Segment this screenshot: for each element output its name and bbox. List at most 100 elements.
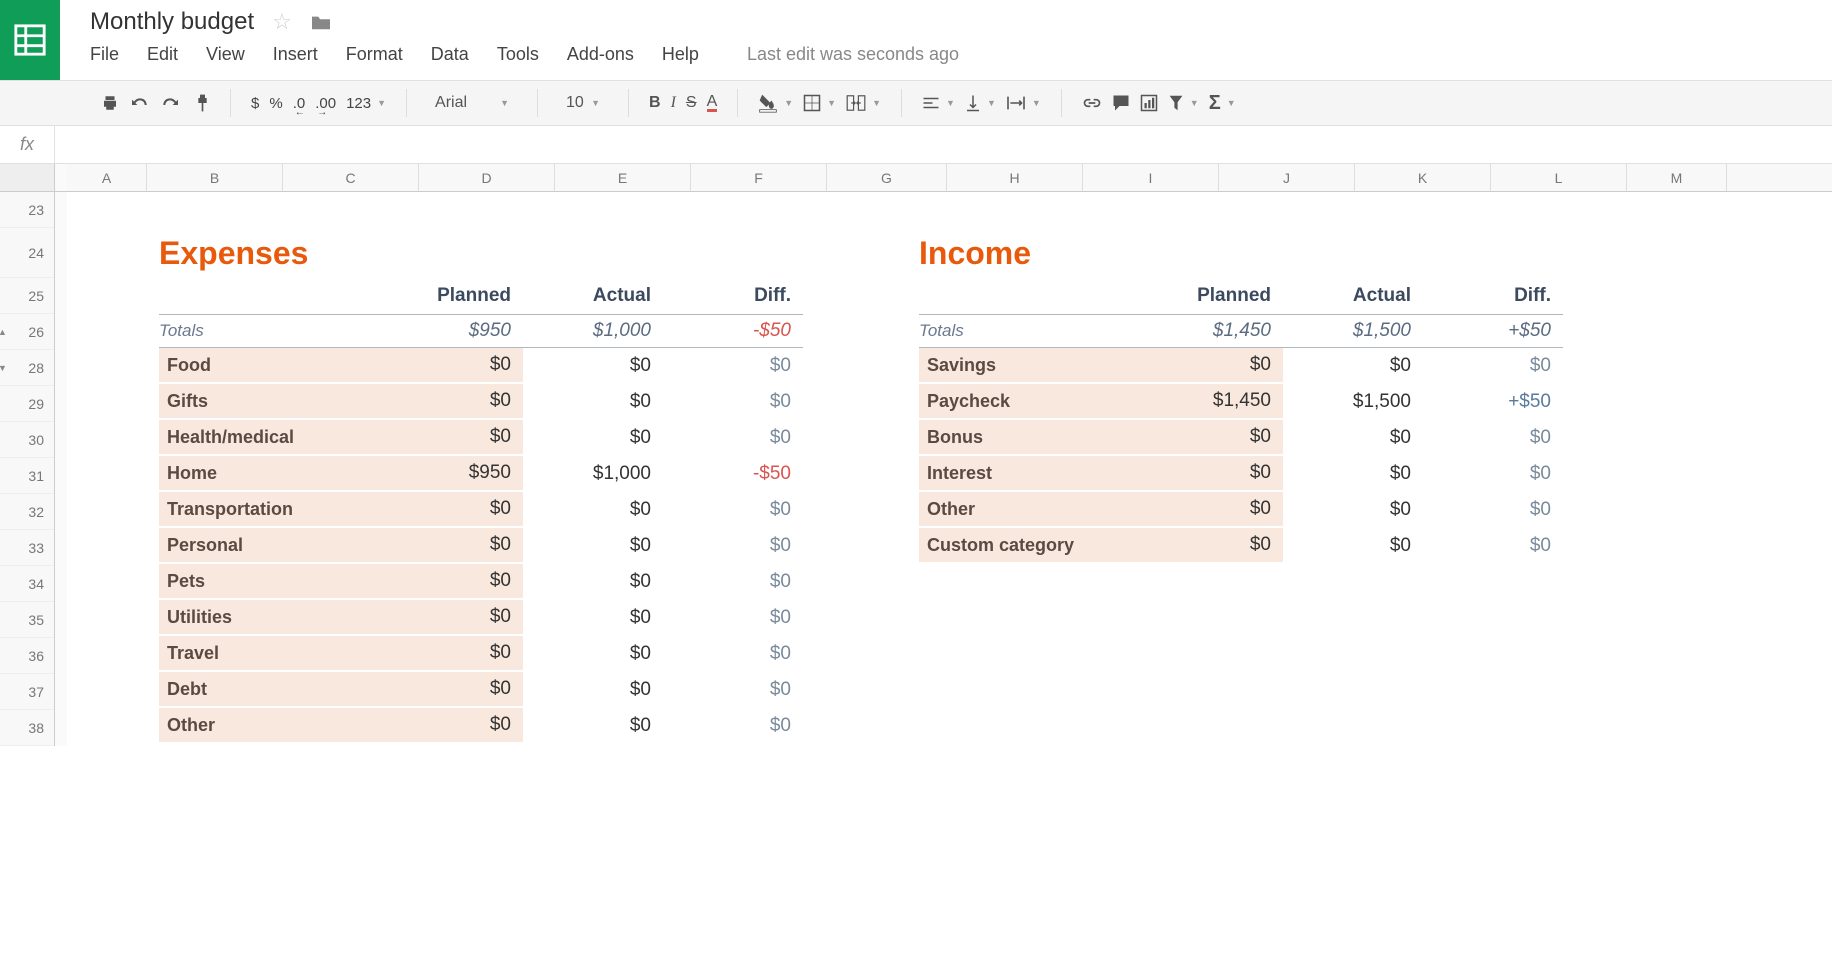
income-total-planned[interactable]: $1,450	[1143, 320, 1283, 342]
row-header[interactable]: ▼28	[0, 350, 54, 386]
row-header[interactable]: 38	[0, 710, 54, 746]
planned-cell[interactable]: $0	[1143, 492, 1283, 528]
row-header[interactable]: 34	[0, 566, 54, 602]
functions-button[interactable]: Σ▼	[1209, 92, 1236, 115]
diff-cell[interactable]: $0	[1423, 348, 1563, 384]
filter-button[interactable]: ▼	[1168, 94, 1199, 112]
font-size-select[interactable]: 10▼	[558, 94, 608, 112]
print-icon[interactable]	[100, 94, 120, 112]
actual-cell[interactable]: $0	[1283, 528, 1423, 564]
category-cell[interactable]: Debt	[159, 672, 383, 708]
text-color-button[interactable]: A	[707, 95, 718, 112]
col-header-H[interactable]: H	[947, 164, 1083, 191]
category-cell[interactable]: Bonus	[919, 420, 1143, 456]
actual-cell[interactable]: $0	[523, 564, 663, 600]
merge-cells-button[interactable]: ▼	[846, 95, 881, 111]
diff-cell[interactable]: $0	[1423, 492, 1563, 528]
text-wrap-button[interactable]: ▼	[1006, 95, 1041, 111]
diff-cell[interactable]: $0	[663, 384, 803, 420]
menu-view[interactable]: View	[206, 44, 245, 65]
diff-cell[interactable]: $0	[1423, 528, 1563, 564]
borders-button[interactable]: ▼	[803, 94, 836, 112]
category-cell[interactable]: Personal	[159, 528, 383, 564]
sheets-logo[interactable]	[0, 0, 60, 80]
actual-cell[interactable]: $1,500	[1283, 384, 1423, 420]
col-header-F[interactable]: F	[691, 164, 827, 191]
category-cell[interactable]: Pets	[159, 564, 383, 600]
paint-format-icon[interactable]	[190, 93, 210, 113]
col-header-A[interactable]: A	[67, 164, 147, 191]
increase-decimal-button[interactable]: .00→	[315, 95, 336, 112]
planned-cell[interactable]: $0	[1143, 420, 1283, 456]
col-header-J[interactable]: J	[1219, 164, 1355, 191]
row-header[interactable]: 35	[0, 602, 54, 638]
actual-cell[interactable]: $0	[523, 636, 663, 672]
col-header-L[interactable]: L	[1491, 164, 1627, 191]
col-header-E[interactable]: E	[555, 164, 691, 191]
col-header-K[interactable]: K	[1355, 164, 1491, 191]
bold-button[interactable]: B	[649, 94, 661, 112]
row-header[interactable]: 32	[0, 494, 54, 530]
row-header[interactable]: 24	[0, 228, 54, 278]
income-total-actual[interactable]: $1,500	[1283, 320, 1423, 342]
expenses-total-planned[interactable]: $950	[383, 320, 523, 342]
category-cell[interactable]: Paycheck	[919, 384, 1143, 420]
last-edit-label[interactable]: Last edit was seconds ago	[747, 44, 959, 65]
folder-icon[interactable]	[310, 13, 332, 31]
insert-link-button[interactable]	[1082, 97, 1102, 109]
decrease-decimal-button[interactable]: .0←	[293, 95, 306, 112]
row-header[interactable]: 30	[0, 422, 54, 458]
menu-addons[interactable]: Add-ons	[567, 44, 634, 65]
category-cell[interactable]: Other	[919, 492, 1143, 528]
planned-cell[interactable]: $0	[383, 528, 523, 564]
col-header-M[interactable]: M	[1627, 164, 1727, 191]
actual-cell[interactable]: $0	[1283, 420, 1423, 456]
italic-button[interactable]: I	[671, 94, 676, 112]
actual-cell[interactable]: $0	[523, 492, 663, 528]
category-cell[interactable]: Interest	[919, 456, 1143, 492]
font-select[interactable]: Arial▼	[427, 94, 517, 112]
planned-cell[interactable]: $0	[383, 492, 523, 528]
row-header[interactable]: 25	[0, 278, 54, 314]
planned-cell[interactable]: $1,450	[1143, 384, 1283, 420]
planned-cell[interactable]: $0	[383, 600, 523, 636]
diff-cell[interactable]: $0	[663, 348, 803, 384]
fill-color-button[interactable]: ▼	[758, 93, 793, 113]
formula-input[interactable]	[55, 126, 1832, 163]
income-total-diff[interactable]: +$50	[1423, 320, 1563, 342]
actual-cell[interactable]: $0	[523, 672, 663, 708]
diff-cell[interactable]: $0	[663, 564, 803, 600]
expand-up-icon[interactable]: ▲	[0, 327, 7, 337]
planned-cell[interactable]: $0	[1143, 456, 1283, 492]
row-header[interactable]: 29	[0, 386, 54, 422]
horizontal-align-button[interactable]: ▼	[922, 96, 955, 110]
fx-icon[interactable]: fx	[0, 126, 55, 163]
diff-cell[interactable]: $0	[663, 528, 803, 564]
planned-cell[interactable]: $950	[383, 456, 523, 492]
row-header[interactable]: 37	[0, 674, 54, 710]
diff-cell[interactable]: $0	[1423, 456, 1563, 492]
undo-icon[interactable]	[130, 95, 150, 111]
row-header[interactable]: 31	[0, 458, 54, 494]
planned-cell[interactable]: $0	[383, 708, 523, 744]
actual-cell[interactable]: $0	[1283, 456, 1423, 492]
planned-cell[interactable]: $0	[383, 348, 523, 384]
planned-cell[interactable]: $0	[383, 420, 523, 456]
category-cell[interactable]: Gifts	[159, 384, 383, 420]
more-formats-button[interactable]: 123▼	[346, 95, 386, 112]
insert-chart-button[interactable]	[1140, 94, 1158, 112]
planned-cell[interactable]: $0	[1143, 528, 1283, 564]
planned-cell[interactable]: $0	[383, 672, 523, 708]
col-header-D[interactable]: D	[419, 164, 555, 191]
row-header[interactable]: 23	[0, 192, 54, 228]
row-header[interactable]: 33	[0, 530, 54, 566]
planned-cell[interactable]: $0	[1143, 348, 1283, 384]
actual-cell[interactable]: $0	[523, 420, 663, 456]
menu-data[interactable]: Data	[431, 44, 469, 65]
planned-cell[interactable]: $0	[383, 384, 523, 420]
col-header-I[interactable]: I	[1083, 164, 1219, 191]
diff-cell[interactable]: $0	[663, 636, 803, 672]
diff-cell[interactable]: $0	[663, 708, 803, 744]
expand-down-icon[interactable]: ▼	[0, 363, 7, 373]
category-cell[interactable]: Savings	[919, 348, 1143, 384]
